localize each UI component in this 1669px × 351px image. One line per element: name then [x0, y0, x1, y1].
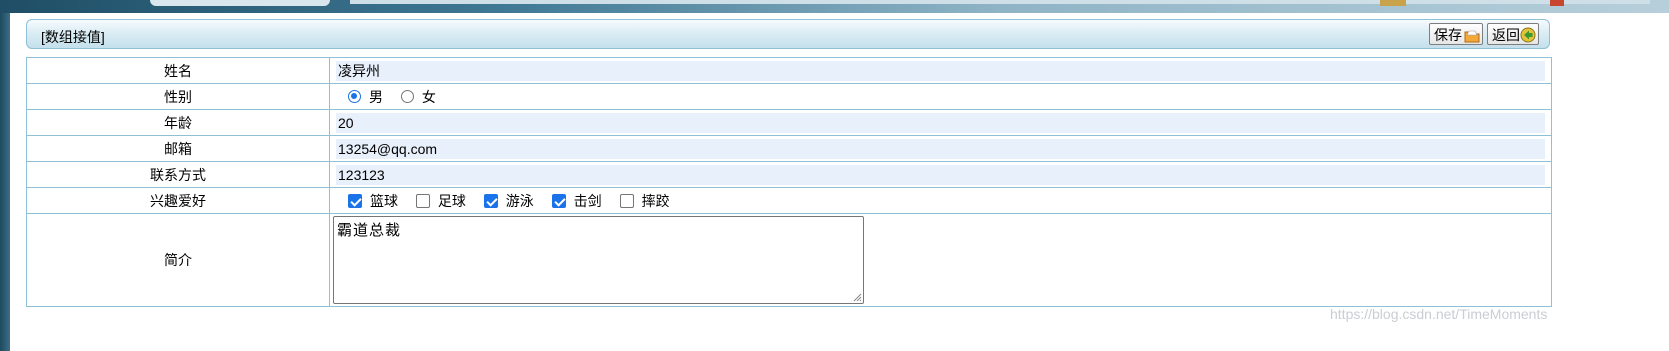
hobby-label: 足球 — [437, 192, 466, 209]
top-tab — [150, 0, 330, 6]
table-row: 年龄 20 — [26, 109, 1552, 136]
back-label: 返回 — [1492, 27, 1520, 43]
save-label: 保存 — [1434, 27, 1462, 43]
hobby-label: 击剑 — [573, 192, 602, 209]
hobby-label: 篮球 — [370, 192, 398, 209]
checkbox-fencing[interactable] — [551, 193, 566, 208]
intro-textarea[interactable]: 霸道总裁 — [333, 216, 864, 304]
intro-text: 霸道总裁 — [337, 222, 402, 239]
hobbies-label: 兴趣爱好 — [26, 187, 330, 214]
gender-option-male[interactable]: 男 — [348, 87, 383, 107]
age-input[interactable]: 20 — [336, 112, 1545, 133]
watermark: https://blog.csdn.net/TimeMoments — [1330, 306, 1548, 322]
radio-male[interactable] — [348, 90, 361, 103]
back-arrow-icon — [1520, 27, 1536, 43]
top-bar — [350, 0, 1650, 4]
toolbar-icon — [1550, 0, 1564, 6]
table-row: 联系方式 123123 — [26, 161, 1552, 188]
form-title: [数组接值] — [41, 29, 105, 45]
form-header: [数组接值] 保存 返回 — [26, 19, 1550, 49]
email-label: 邮箱 — [26, 135, 330, 162]
age-label: 年龄 — [26, 109, 330, 136]
table-row: 性别 男 女 — [26, 83, 1552, 110]
contact-input[interactable]: 123123 — [336, 164, 1545, 185]
table-row: 简介 霸道总裁 — [26, 213, 1552, 307]
name-label: 姓名 — [26, 57, 330, 84]
save-folder-icon — [1464, 30, 1480, 43]
gender-option-label: 女 — [421, 88, 436, 105]
toolbar-icon — [1380, 0, 1406, 6]
hobby-option-wrestling[interactable]: 摔跤 — [619, 191, 670, 211]
table-row: 邮箱 13254@qq.com — [26, 135, 1552, 162]
radio-female[interactable] — [400, 90, 414, 103]
table-row: 姓名 凌异州 — [26, 57, 1552, 84]
email-input[interactable]: 13254@qq.com — [336, 138, 1545, 159]
contact-label: 联系方式 — [26, 161, 330, 188]
hobby-option-fencing[interactable]: 击剑 — [551, 191, 602, 211]
checkbox-swimming[interactable] — [483, 193, 498, 208]
name-input[interactable]: 凌异州 — [336, 60, 1545, 81]
back-button[interactable]: 返回 — [1487, 23, 1539, 45]
form-table: 姓名 凌异州 性别 男 女 年龄 20 邮箱 13254@qq.com 联系方式… — [26, 57, 1552, 307]
left-frame — [0, 13, 10, 351]
hobby-label: 摔跤 — [641, 192, 670, 209]
intro-label: 简介 — [26, 213, 330, 307]
checkbox-basketball[interactable] — [348, 193, 362, 208]
checkbox-wrestling[interactable] — [619, 193, 634, 208]
checkbox-football[interactable] — [415, 193, 430, 208]
hobby-option-swimming[interactable]: 游泳 — [483, 191, 534, 211]
browser-top-strip — [0, 0, 1669, 13]
save-button[interactable]: 保存 — [1429, 23, 1483, 45]
gender-option-female[interactable]: 女 — [400, 87, 436, 107]
hobby-label: 游泳 — [505, 192, 534, 209]
table-row: 兴趣爱好 篮球 足球 游泳 击剑 摔跤 — [26, 187, 1552, 214]
resize-grip-icon[interactable] — [853, 293, 862, 302]
hobby-option-basketball[interactable]: 篮球 — [348, 191, 398, 211]
hobby-option-football[interactable]: 足球 — [415, 191, 466, 211]
gender-option-label: 男 — [369, 88, 383, 105]
gender-label: 性别 — [26, 83, 330, 110]
